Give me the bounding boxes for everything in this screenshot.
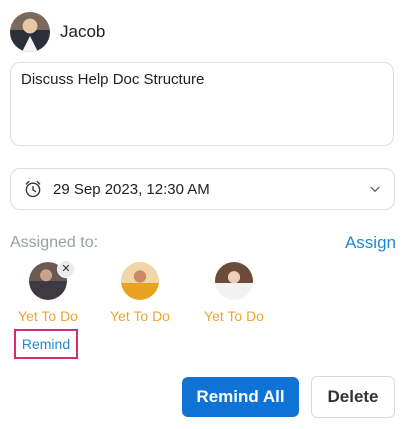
assignee-status: Yet To Do [18, 308, 78, 324]
assignee-status: Yet To Do [110, 308, 170, 324]
assignee-avatar [121, 262, 159, 300]
assignee-3: Yet To Do [199, 262, 269, 324]
date-value: 29 Sep 2023, 12:30 AM [53, 180, 210, 198]
remind-link[interactable]: Remind [14, 329, 78, 359]
delete-button[interactable]: Delete [311, 376, 395, 418]
assign-link[interactable]: Assign [345, 233, 396, 253]
assignee-avatar: ✕ [29, 260, 75, 300]
task-header: Jacob [10, 12, 105, 52]
chevron-down-icon [370, 186, 380, 193]
user-name: Jacob [60, 22, 106, 41]
task-text-area[interactable]: Discuss Help Doc Structure [10, 62, 394, 146]
remove-assignee-icon[interactable]: ✕ [57, 260, 75, 278]
assignee-1: ✕ Yet To Do [13, 260, 83, 324]
assignee-avatar [215, 262, 253, 300]
avatar [10, 12, 50, 52]
remind-all-button[interactable]: Remind All [182, 377, 299, 417]
date-time-picker[interactable]: 29 Sep 2023, 12:30 AM [10, 168, 395, 210]
alarm-clock-icon [25, 180, 41, 198]
assigned-to-label: Assigned to: [10, 234, 99, 251]
assignee-status: Yet To Do [204, 308, 264, 324]
assignee-2: Yet To Do [105, 262, 175, 324]
